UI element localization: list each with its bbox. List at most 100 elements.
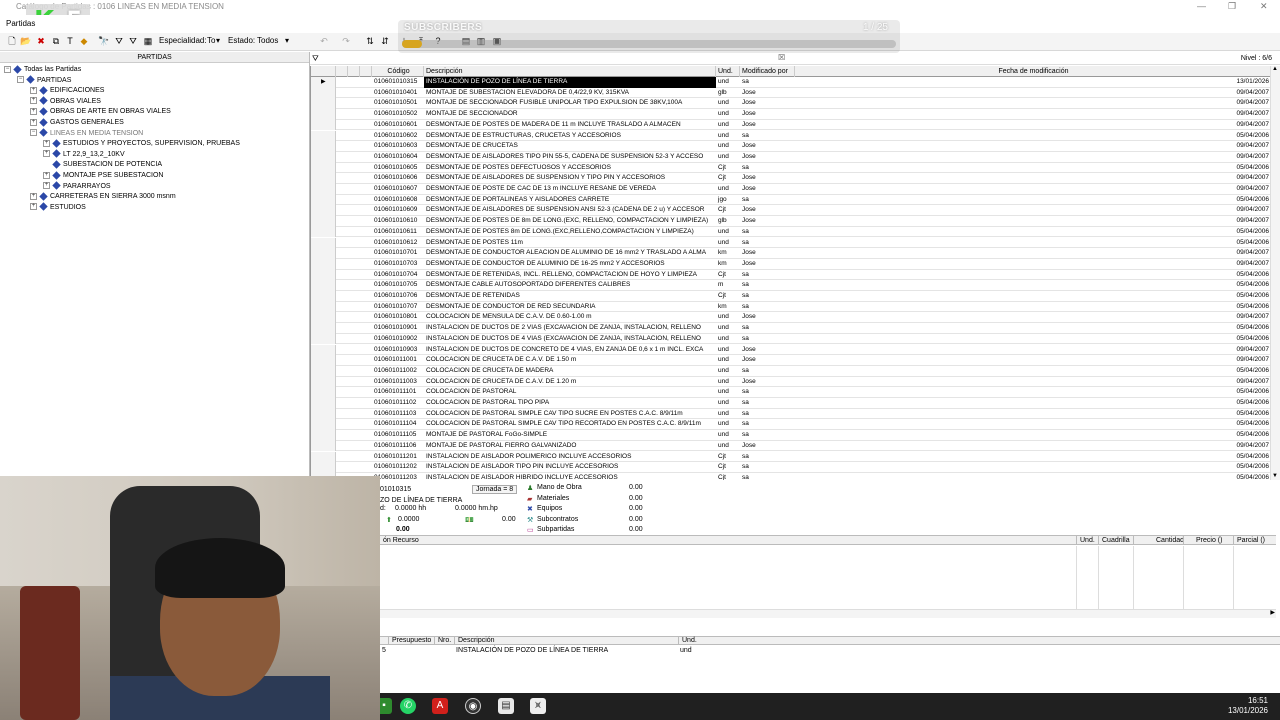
- table-row[interactable]: 010601010706 DESMONTAJE DE RETENIDAS Cjt sa…: [311, 291, 1271, 302]
- row-selector[interactable]: [311, 291, 336, 302]
- redo-icon[interactable]: ↷: [340, 35, 352, 48]
- table-row[interactable]: 010601010605 DESMONTAJE DE POSTES DEFECTU…: [311, 162, 1271, 174]
- tree-node[interactable]: + EDIFICACIONES: [30, 86, 104, 96]
- s10-app-icon[interactable]: ⩙: [530, 698, 546, 714]
- table-icon[interactable]: ▦: [142, 35, 154, 48]
- row-selector[interactable]: [311, 248, 336, 259]
- row-selector[interactable]: [311, 344, 336, 356]
- column-precio[interactable]: Precio (): [1183, 536, 1233, 545]
- column-parcial[interactable]: Parcial (): [1233, 536, 1276, 545]
- delete-icon[interactable]: ✖: [35, 35, 47, 48]
- row-selector[interactable]: [311, 141, 336, 152]
- filter-clear-icon[interactable]: ⛛: [127, 35, 139, 48]
- table-row[interactable]: 010601010603 DESMONTAJE DE CRUCETAS und Jos…: [311, 141, 1271, 152]
- row-selector[interactable]: [311, 376, 336, 388]
- table-row[interactable]: 010601011103 COLOCACION DE PASTORAL SIMPL…: [311, 408, 1271, 420]
- binoculars-icon[interactable]: 🔭: [98, 35, 110, 48]
- tree-node[interactable]: − PARTIDAS: [17, 75, 71, 86]
- row-selector[interactable]: [311, 226, 336, 238]
- column-fecha[interactable]: Fecha de modificación: [795, 66, 1271, 77]
- row-selector[interactable]: [311, 462, 336, 473]
- table-row[interactable]: 010601011201 INSTALACION DE AISLADOR POLI…: [311, 451, 1271, 463]
- tree-node[interactable]: + PARARRAYOS: [43, 181, 111, 192]
- table-row[interactable]: 010601010701 DESMONTAJE DE CONDUCTOR ALEA…: [311, 248, 1271, 259]
- table-row[interactable]: 010601011104 COLOCACION DE PASTORAL SIMPL…: [311, 419, 1271, 431]
- row-selector[interactable]: [311, 258, 336, 270]
- column-cuadrilla[interactable]: Cuadrilla: [1098, 536, 1133, 545]
- table-row[interactable]: 010601010705 DESMONTAJE CABLE AUTOSOPORTA…: [311, 280, 1271, 291]
- row-selector[interactable]: [311, 119, 336, 131]
- table-row[interactable]: 010601011202 INSTALACION DE AISLADOR TIPO…: [311, 462, 1271, 473]
- tree-node[interactable]: + OBRAS VIALES: [30, 96, 101, 107]
- collapse-icon[interactable]: −: [17, 76, 24, 84]
- scroll-up-icon[interactable]: ▲: [1272, 66, 1278, 72]
- row-selector[interactable]: [311, 323, 336, 334]
- scroll-down-icon[interactable]: ▼: [1272, 473, 1278, 479]
- tree-node[interactable]: + ESTUDIOS: [30, 202, 86, 213]
- expand-icon[interactable]: +: [30, 108, 37, 116]
- estado-select[interactable]: Todos: [257, 36, 278, 45]
- expand-icon[interactable]: +: [43, 139, 50, 147]
- table-row[interactable]: 010601010612 DESMONTAJE DE POSTES 11m und s…: [311, 237, 1271, 249]
- row-selector[interactable]: [311, 355, 336, 366]
- new-icon[interactable]: 🗋: [6, 35, 18, 48]
- row-selector[interactable]: [311, 301, 336, 313]
- table-row[interactable]: 010601010606 DESMONTAJE DE AISLADORES DE …: [311, 173, 1271, 184]
- tree-node[interactable]: SUBESTACION DE POTENCIA: [43, 160, 162, 170]
- table-row[interactable]: 010601010401 MONTAJE DE SUBESTACION ELEVA…: [311, 87, 1271, 99]
- filter-icon[interactable]: ⛛: [113, 35, 125, 48]
- table-row[interactable]: 010601010502 MONTAJE DE SECCIONADOR und Jos…: [311, 109, 1271, 120]
- table-row[interactable]: 010601011106 MONTAJE DE PASTORAL FIERRO G…: [311, 440, 1271, 452]
- row-selector[interactable]: [311, 269, 336, 281]
- tree-node[interactable]: + ESTUDIOS Y PROYECTOS, SUPERVISION, PRUE…: [43, 139, 240, 149]
- tree-node[interactable]: + OBRAS DE ARTE EN OBRAS VIALES: [30, 107, 171, 117]
- expand-icon[interactable]: +: [43, 150, 50, 158]
- table-row[interactable]: 010601011102 COLOCACION DE PASTORAL TIPO …: [311, 398, 1271, 409]
- table-row[interactable]: ▶ 010601010315 INSTALACIÓN DE POZO DE LÍNE…: [311, 77, 1271, 88]
- tree-node[interactable]: + GASTOS GENERALES: [30, 117, 124, 128]
- row-selector[interactable]: [311, 109, 336, 120]
- table-row[interactable]: 010601010602 DESMONTAJE DE ESTRUCTURAS, C…: [311, 130, 1271, 142]
- tree-node[interactable]: + MONTAJE PSE SUBESTACION: [43, 170, 163, 181]
- row-selector[interactable]: [311, 151, 336, 163]
- row-selector[interactable]: [311, 398, 336, 409]
- sort-desc-icon[interactable]: ⇵: [379, 35, 391, 48]
- row-selector[interactable]: [311, 387, 336, 398]
- tree-node[interactable]: − LINEAS EN MEDIA TENSION: [30, 128, 143, 139]
- column-cantidad[interactable]: Cantidad: [1133, 536, 1184, 545]
- column-recurso[interactable]: ón Recurso: [380, 536, 419, 545]
- restore-icon[interactable]: ❐: [1228, 1, 1236, 12]
- row-selector[interactable]: [311, 312, 336, 324]
- row-selector[interactable]: [311, 237, 336, 249]
- minimize-icon[interactable]: —: [1197, 1, 1206, 11]
- column-res-und[interactable]: Und.: [1076, 536, 1098, 545]
- column-codigo[interactable]: Código: [372, 66, 424, 77]
- row-selector[interactable]: [311, 87, 336, 99]
- column-nro[interactable]: Nro.: [434, 637, 454, 645]
- table-row[interactable]: 010601010609 DESMONTAJE DE AISLADORES DE …: [311, 205, 1271, 217]
- undo-icon[interactable]: ↶: [318, 35, 330, 48]
- browser-icon[interactable]: ◉: [465, 698, 481, 714]
- row-selector[interactable]: [311, 173, 336, 184]
- row-selector[interactable]: [311, 430, 336, 441]
- row-selector[interactable]: [311, 194, 336, 206]
- column-modificado[interactable]: Modificado por: [740, 66, 795, 77]
- row-selector[interactable]: [311, 98, 336, 110]
- table-row[interactable]: 010601010902 INSTALACION DE DUCTOS DE 4 V…: [311, 333, 1271, 345]
- collapse-icon[interactable]: −: [4, 65, 11, 73]
- expand-icon[interactable]: +: [43, 171, 50, 179]
- open-icon[interactable]: 📂: [20, 35, 32, 48]
- table-row[interactable]: 010601010610 DESMONTAJE DE POSTES DE 8m D…: [311, 216, 1271, 227]
- row-selector[interactable]: [311, 162, 336, 174]
- row-selector[interactable]: [311, 333, 336, 345]
- row-selector[interactable]: [311, 408, 336, 420]
- whatsapp-icon[interactable]: ✆: [400, 698, 416, 714]
- table-row[interactable]: 010601011002 COLOCACION DE CRUCETA DE MAD…: [311, 365, 1271, 377]
- tree-node[interactable]: − Todas las Partidas: [4, 64, 81, 75]
- pdf-icon[interactable]: A: [432, 698, 448, 714]
- copy-icon[interactable]: ⧉: [50, 35, 62, 48]
- table-row[interactable]: 010601010611 DESMONTAJE DE POSTES 8m DE L…: [311, 226, 1271, 238]
- expand-icon[interactable]: +: [30, 118, 37, 126]
- especialidad-select[interactable]: To: [207, 36, 215, 45]
- table-row[interactable]: 010601011101 COLOCACION DE PASTORAL und sa 0…: [311, 387, 1271, 398]
